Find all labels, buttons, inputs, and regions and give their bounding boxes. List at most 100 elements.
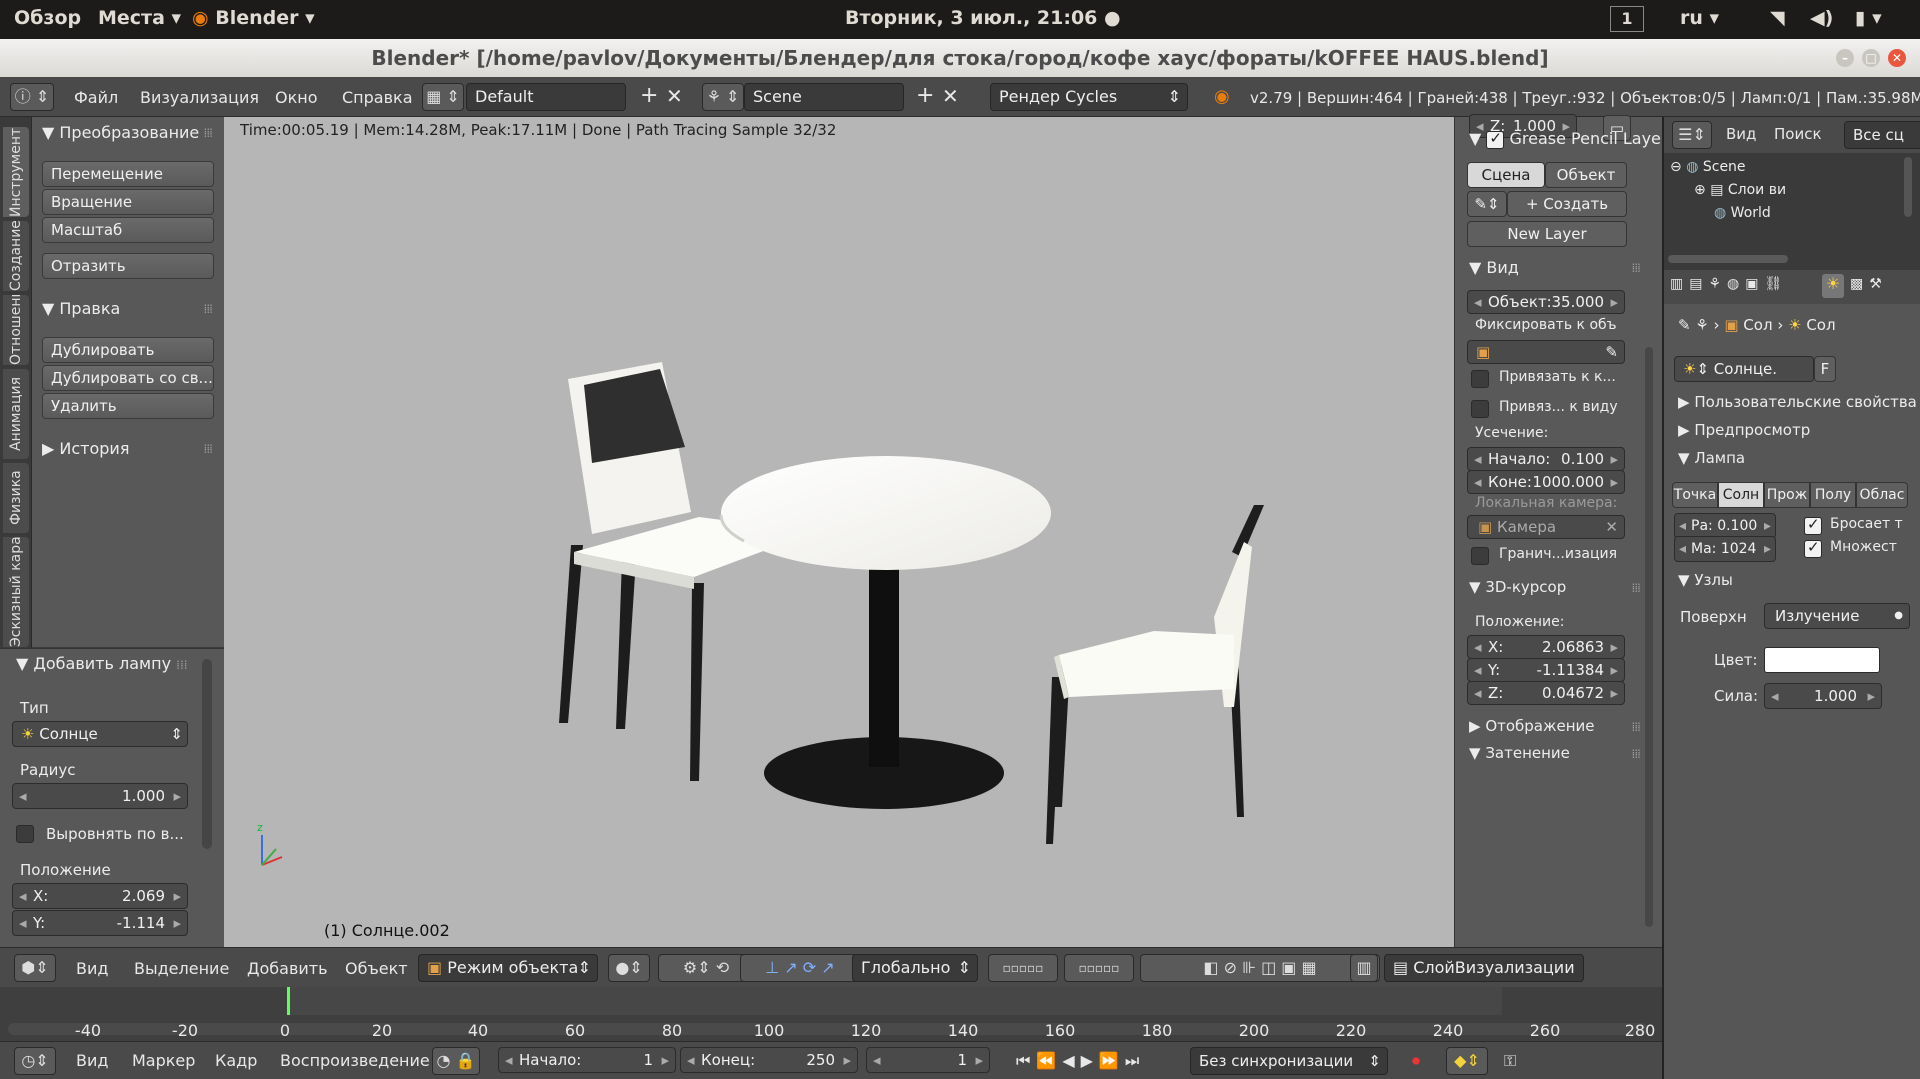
scene-icon[interactable]: ⚘ ⇕ (702, 83, 744, 111)
delete-layout-icon[interactable]: ✕ (666, 84, 683, 108)
drag-grip-icon[interactable]: ⁞⁞⁞ (204, 302, 214, 316)
keying-set-icon[interactable]: ◆⇕ (1446, 1047, 1488, 1075)
outliner-menu-search[interactable]: Поиск (1774, 125, 1822, 143)
tab-scene[interactable]: Сцена (1467, 162, 1545, 188)
display-panel-header[interactable]: ▶ Отображение (1469, 717, 1595, 735)
drag-grip-icon[interactable]: ⁞⁞⁞ (1632, 581, 1642, 595)
new-layer-button[interactable]: New Layer (1467, 221, 1627, 247)
record-icon[interactable]: ⏺ (1412, 1051, 1420, 1071)
timeline-menu-frame[interactable]: Кадр (215, 1051, 257, 1070)
preview-header[interactable]: ▶ Предпросмотр (1678, 421, 1810, 439)
layers-grid-1[interactable]: ▫▫▫▫▫ (988, 954, 1058, 982)
lock-object-field[interactable]: ▣ ✎ (1467, 340, 1625, 364)
operator-panel-header[interactable]: ▼ Добавить лампу ⁞⁞⁞ (16, 654, 188, 673)
view-panel-header[interactable]: ▼ Вид (1469, 258, 1519, 277)
menu-object[interactable]: Объект (345, 959, 408, 978)
interaction-mode-select[interactable]: ▣ Режим объекта ⇕ (418, 954, 598, 982)
render-engine-select[interactable]: Рендер Cycles ⇕ (990, 83, 1188, 111)
editor-type-3d-icon[interactable]: ⬢⇕ (14, 954, 56, 982)
add-scene-icon[interactable]: + (916, 83, 934, 108)
timeline[interactable]: -40 -20 0 20 40 60 80 100 120 140 160 18… (0, 987, 1662, 1041)
wifi-icon[interactable]: ◥ (1770, 7, 1785, 29)
start-frame-field[interactable]: ◂ Начало: 1 ▸ (498, 1047, 676, 1073)
manipulator-icons[interactable]: ⊥ ↗ ⟳ ↗ (740, 954, 860, 982)
outliner-editor-icon[interactable]: ☰⇕ (1672, 121, 1712, 149)
outliner-render-layers-row[interactable]: ⊕ ▤ Слои ви (1694, 182, 1786, 198)
color-swatch[interactable] (1764, 647, 1880, 673)
battery-icon[interactable]: ▮ ▾ (1855, 7, 1882, 29)
location-y-field[interactable]: ◂ Y: -1.114 ▸ (12, 910, 188, 936)
lamp-type-sun[interactable]: Солн (1718, 482, 1764, 508)
outliner-scrollbar[interactable] (1668, 255, 1788, 263)
align-to-view-checkbox[interactable] (16, 825, 34, 843)
outliner-world-row[interactable]: ◍ World (1714, 205, 1771, 221)
outliner-vscrollbar[interactable] (1904, 157, 1912, 217)
menu-add[interactable]: Добавить (247, 959, 328, 978)
pin-icon[interactable]: ✎ (1678, 316, 1691, 334)
delete-scene-icon[interactable]: ✕ (942, 84, 959, 108)
strength-field[interactable]: ◂ 1.000 ▸ (1764, 683, 1882, 709)
lamp-data-tab-icon[interactable]: ☀ (1822, 274, 1844, 298)
operator-panel-scrollbar[interactable] (202, 659, 212, 849)
tab-grease-pencil[interactable]: Эскизный карандаш (3, 537, 29, 647)
menu-render[interactable]: Визуализация (140, 88, 259, 107)
cursor-x-field[interactable]: ◂ X: 2.06863 ▸ (1467, 635, 1625, 659)
outliner-scene-row[interactable]: ⊖ ◍ Scene (1670, 159, 1746, 175)
app-menu[interactable]: ◉ Blender ▾ (192, 7, 315, 29)
layer-lock-icon[interactable]: ▥ (1350, 954, 1378, 982)
clock[interactable]: Вторник, 3 июл., 21:06 ● (845, 7, 1121, 29)
sidebar-scrollbar[interactable] (1645, 347, 1653, 927)
activities-button[interactable]: Обзор (14, 7, 81, 29)
lock-view-checkbox[interactable] (1471, 400, 1489, 418)
scale-button[interactable]: Масштаб (42, 217, 214, 243)
render-border-checkbox[interactable] (1471, 547, 1489, 565)
tab-tools[interactable]: Инструменты (3, 127, 29, 217)
duplicate-button[interactable]: Дублировать (42, 337, 214, 363)
lamp-type-hemi[interactable]: Полу (1810, 482, 1856, 508)
playback-controls[interactable]: ⏮⏪◀▶⏩⏭ (1016, 1051, 1145, 1071)
translate-button[interactable]: Перемещение (42, 161, 214, 187)
screen-layout-icon[interactable]: ▦ ⇕ (422, 83, 464, 111)
menu-window[interactable]: Окно (275, 88, 318, 107)
3d-viewport[interactable]: Time:00:05.19 | Mem:14.28M, Peak:17.11M … (224, 117, 1454, 947)
scene-select[interactable]: Scene (744, 83, 904, 111)
keyframe-icon[interactable]: ⚿ (1504, 1051, 1516, 1071)
preview-range-icons[interactable]: ◔ 🔒 (432, 1047, 480, 1075)
context-tabs-icons[interactable]: ▥▤⚘◍▣⛓ (1670, 276, 1788, 292)
sync-mode-select[interactable]: Без синхронизации ⇕ (1190, 1047, 1388, 1075)
clip-start-field[interactable]: ◂ Начало: 0.100 ▸ (1467, 447, 1625, 471)
cast-shadow-checkbox[interactable] (1804, 515, 1822, 535)
lamp-type-area[interactable]: Облас (1856, 482, 1908, 508)
render-layer-select[interactable]: ▤ СлойВизуализации (1384, 954, 1584, 982)
cursor-z-field[interactable]: ◂ Z: 0.04672 ▸ (1467, 681, 1625, 705)
edit-panel-header[interactable]: ▼ Правка (42, 299, 120, 318)
cursor-y-field[interactable]: ◂ Y: -1.11384 ▸ (1467, 658, 1625, 682)
lamp-type-select[interactable]: ☀ Солнце ⇕ (12, 721, 188, 747)
history-panel-header[interactable]: ▶ История (42, 439, 129, 458)
volume-icon[interactable]: ◀) (1810, 7, 1833, 29)
end-frame-field[interactable]: ◂ Конец: 250 ▸ (680, 1047, 858, 1073)
timeline-menu-playback[interactable]: Воспроизведение (280, 1051, 430, 1070)
drag-grip-icon[interactable]: ⁞⁞⁞ (204, 126, 214, 140)
tab-object[interactable]: Объект (1545, 162, 1627, 188)
radius-field[interactable]: ◂ 1.000 ▸ (12, 783, 188, 809)
places-menu[interactable]: Места ▾ (98, 7, 181, 29)
shading-panel-header[interactable]: ▼ Затенение (1469, 744, 1570, 762)
surface-shader-select[interactable]: Излучение ● (1764, 603, 1910, 629)
lamp-type-spot[interactable]: Прож (1764, 482, 1810, 508)
fake-user-button[interactable]: F (1814, 356, 1836, 382)
current-frame-field[interactable]: ◂ 1 ▸ (866, 1047, 990, 1073)
menu-view[interactable]: Вид (76, 959, 108, 978)
transform-orientation-select[interactable]: Глобально ⇕ (852, 954, 978, 982)
multiple-importance-checkbox[interactable] (1804, 538, 1822, 558)
timeline-menu-view[interactable]: Вид (76, 1051, 108, 1070)
tab-animation[interactable]: Анимация (3, 369, 29, 459)
create-button[interactable]: + Создать (1507, 191, 1627, 217)
eyedropper-icon[interactable]: ✎ (1605, 341, 1618, 363)
editor-type-timeline-icon[interactable]: ◷⇕ (14, 1047, 56, 1075)
delete-button[interactable]: Удалить (42, 393, 214, 419)
workspace-indicator[interactable]: 1 (1610, 6, 1644, 32)
outliner-display-select[interactable]: Все сц (1844, 121, 1920, 149)
custom-props-header[interactable]: ▶ Пользовательские свойства (1678, 393, 1917, 411)
outliner-menu-view[interactable]: Вид (1726, 125, 1756, 143)
